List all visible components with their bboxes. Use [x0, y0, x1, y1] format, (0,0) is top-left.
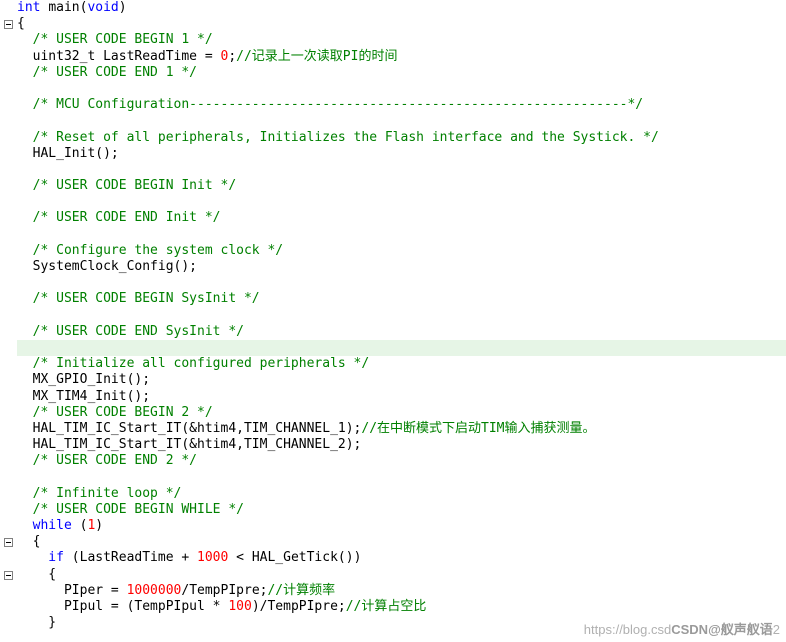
- code-line[interactable]: while (1): [17, 518, 786, 534]
- code-token: main: [48, 0, 80, 15]
- code-token: )/TempPIpre;: [251, 598, 346, 614]
- code-line[interactable]: [17, 113, 786, 129]
- code-editor[interactable]: int main(void){ /* USER CODE BEGIN 1 */ …: [0, 0, 786, 642]
- code-line[interactable]: /* USER CODE BEGIN Init */: [17, 178, 786, 194]
- watermark-suffix: 2: [772, 622, 780, 637]
- code-token: //计算占空比: [345, 598, 427, 614]
- code-token: {: [17, 16, 25, 32]
- code-token: {: [17, 534, 41, 550]
- editor-gutter: [0, 0, 17, 642]
- code-token: {: [17, 566, 57, 582]
- code-line[interactable]: /* USER CODE BEGIN 2 */: [17, 405, 786, 421]
- watermark-brand: CSDN: [671, 622, 709, 637]
- code-token: uint32_t LastReadTime =: [17, 48, 221, 64]
- code-line[interactable]: {: [17, 534, 786, 550]
- code-line[interactable]: /* USER CODE END 2 */: [17, 453, 786, 469]
- code-token: ): [95, 518, 104, 533]
- code-token: /TempPIpre;: [181, 582, 268, 598]
- code-token: /* Infinite loop */: [17, 485, 182, 501]
- watermark-url: https://blog.csd: [583, 622, 672, 637]
- code-token: ;: [228, 48, 237, 64]
- code-token: (LastReadTime +: [63, 550, 198, 566]
- code-line[interactable]: /* USER CODE BEGIN SysInit */: [17, 291, 786, 307]
- code-token: 1000000: [126, 582, 182, 598]
- code-token: /* USER CODE END Init */: [17, 210, 221, 226]
- code-line[interactable]: [17, 81, 786, 97]
- code-token: HAL_TIM_IC_Start_IT(&htim4,TIM_CHANNEL_2…: [17, 437, 362, 453]
- code-token: int: [17, 0, 49, 15]
- code-token: MX_GPIO_Init();: [17, 372, 151, 388]
- code-line[interactable]: uint32_t LastReadTime = 0;//记录上一次读取PI的时间: [17, 49, 786, 65]
- code-line[interactable]: /* Configure the system clock */: [17, 243, 786, 259]
- code-token: /* MCU Configuration--------------------…: [17, 97, 644, 113]
- code-token: HAL_TIM_IC_Start_IT(&htim4,TIM_CHANNEL_1…: [17, 420, 362, 436]
- code-line[interactable]: [17, 469, 786, 485]
- code-line[interactable]: HAL_TIM_IC_Start_IT(&htim4,TIM_CHANNEL_2…: [17, 437, 786, 453]
- code-line[interactable]: [17, 275, 786, 291]
- code-token: PIpul = (TempPIpul *: [17, 598, 229, 614]
- code-token: ): [118, 0, 127, 15]
- code-token: while: [17, 518, 72, 533]
- code-token: /* USER CODE END SysInit */: [17, 323, 244, 339]
- watermark-author: @舣声舣语: [708, 622, 773, 637]
- watermark: https://blog.csdCSDN@舣声舣语2: [584, 619, 780, 638]
- code-line[interactable]: PIper = 1000000/TempPIpre;//计算频率: [17, 583, 786, 599]
- code-token: (: [71, 518, 88, 533]
- fold-toggle-icon[interactable]: [4, 19, 13, 29]
- code-token: 100: [228, 598, 252, 614]
- code-line[interactable]: int main(void): [17, 0, 786, 16]
- code-line[interactable]: MX_GPIO_Init();: [17, 372, 786, 388]
- code-line[interactable]: /* USER CODE BEGIN 1 */: [17, 32, 786, 48]
- code-line[interactable]: {: [17, 16, 786, 32]
- code-token: /* Reset of all peripherals, Initializes…: [17, 129, 659, 145]
- code-token: //在中断模式下启动TIM输入捕获测量。: [361, 420, 596, 436]
- code-line[interactable]: /* USER CODE BEGIN WHILE */: [17, 502, 786, 518]
- code-line[interactable]: /* USER CODE END 1 */: [17, 65, 786, 81]
- code-line[interactable]: [17, 162, 786, 178]
- code-token: /* USER CODE BEGIN Init */: [17, 178, 237, 194]
- code-line[interactable]: if (LastReadTime + 1000 < HAL_GetTick()): [17, 550, 786, 566]
- code-token: 1000: [197, 550, 229, 566]
- code-token: void: [87, 0, 119, 15]
- code-line[interactable]: MX_TIM4_Init();: [17, 389, 786, 405]
- code-token: < HAL_GetTick()): [228, 550, 362, 566]
- code-line[interactable]: /* USER CODE END Init */: [17, 210, 786, 226]
- fold-toggle-icon[interactable]: [4, 570, 13, 580]
- code-token: /* USER CODE BEGIN 1 */: [17, 32, 213, 48]
- code-token: /* USER CODE BEGIN WHILE */: [17, 501, 244, 517]
- fold-toggle-icon[interactable]: [4, 538, 13, 548]
- code-token: if: [17, 550, 64, 566]
- code-token: /* Initialize all configured peripherals…: [17, 356, 370, 372]
- code-token: /* USER CODE BEGIN SysInit */: [17, 291, 260, 307]
- code-token: MX_TIM4_Init();: [17, 388, 151, 404]
- code-token: //记录上一次读取PI的时间: [236, 48, 398, 64]
- code-line[interactable]: [17, 194, 786, 210]
- code-line[interactable]: SystemClock_Config();: [17, 259, 786, 275]
- code-line[interactable]: /* USER CODE END SysInit */: [17, 324, 786, 340]
- code-line[interactable]: HAL_Init();: [17, 146, 786, 162]
- code-line[interactable]: {: [17, 567, 786, 583]
- code-token: HAL_Init();: [17, 145, 119, 161]
- code-content[interactable]: int main(void){ /* USER CODE BEGIN 1 */ …: [17, 0, 786, 631]
- code-token: //计算频率: [267, 582, 336, 598]
- code-line[interactable]: /* Reset of all peripherals, Initializes…: [17, 130, 786, 146]
- code-token: /* USER CODE END 1 */: [17, 64, 198, 80]
- code-line[interactable]: HAL_TIM_IC_Start_IT(&htim4,TIM_CHANNEL_1…: [17, 421, 786, 437]
- code-token: /* USER CODE BEGIN 2 */: [17, 404, 213, 420]
- code-token: }: [17, 615, 57, 631]
- code-token: /* USER CODE END 2 */: [17, 453, 198, 469]
- code-token: SystemClock_Config();: [17, 259, 198, 274]
- code-line[interactable]: /* Infinite loop */: [17, 486, 786, 502]
- code-line[interactable]: /* Initialize all configured peripherals…: [17, 356, 786, 372]
- code-token: PIper =: [17, 582, 127, 598]
- code-line[interactable]: [17, 227, 786, 243]
- code-line[interactable]: [17, 339, 786, 357]
- code-token: /* Configure the system clock */: [17, 242, 284, 258]
- code-line[interactable]: [17, 308, 786, 324]
- code-line[interactable]: /* MCU Configuration--------------------…: [17, 97, 786, 113]
- code-line[interactable]: PIpul = (TempPIpul * 100)/TempPIpre;//计算…: [17, 599, 786, 615]
